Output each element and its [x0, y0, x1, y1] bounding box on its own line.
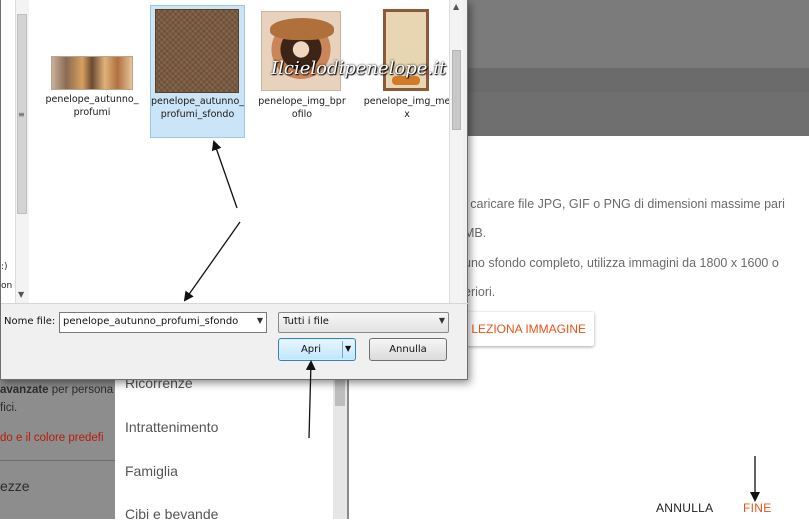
chevron-down-icon[interactable]: ▼: [257, 316, 263, 325]
file-item[interactable]: penelope_img_mex: [361, 95, 453, 121]
file-list-scrollbar[interactable]: ▲: [449, 0, 463, 303]
category-item-cibi-e-bevande[interactable]: Cibi e bevande: [125, 506, 218, 522]
file-list-scrollbar-thumb[interactable]: [452, 50, 461, 130]
file-name: penelope_img_bprofilo: [258, 96, 346, 120]
file-type-select[interactable]: Tutti i file ▼: [278, 312, 449, 333]
file-item[interactable]: penelope_img_bprofilo: [256, 95, 348, 121]
file-thumbnail-portrait[interactable]: [261, 11, 341, 91]
open-button[interactable]: Apri ▼: [278, 338, 356, 361]
chevron-down-icon[interactable]: ▼: [439, 316, 445, 325]
dialog-divider: [1, 303, 468, 304]
scroll-down-icon[interactable]: ▼: [18, 290, 24, 299]
cancel-button[interactable]: ANNULLA: [656, 501, 713, 515]
file-name: penelope_autunno_profumi: [45, 94, 139, 118]
category-item-intrattenimento[interactable]: Intrattenimento: [125, 419, 218, 435]
left-divider: [0, 460, 115, 461]
grip-icon: ≡: [18, 110, 25, 119]
open-button-label: Apri: [300, 344, 322, 355]
upload-info-line-3: uno sfondo completo, utilizza immagini d…: [464, 256, 779, 270]
dialog-cancel-button[interactable]: Annulla: [369, 338, 447, 361]
left-menu-item[interactable]: ezze: [0, 478, 30, 494]
filename-input[interactable]: penelope_autunno_profumi_sfondo ▼: [59, 312, 267, 333]
watermark-text: Ilcielodipenelope.it: [271, 58, 447, 79]
file-name: penelope_autunno_profumi_sfondo: [151, 96, 245, 120]
nav-partial-label[interactable]: on: [1, 281, 12, 291]
filename-value[interactable]: penelope_autunno_profumi_sfondo: [63, 316, 238, 327]
background-top-bar: [460, 0, 809, 68]
scroll-up-icon[interactable]: ▲: [453, 2, 459, 11]
file-open-dialog: :) on ≡ ▼ penelope_autunno_profumi penel…: [0, 0, 468, 380]
category-item-famiglia[interactable]: Famiglia: [125, 463, 178, 479]
background-overlay-band: [460, 92, 809, 136]
dialog-cancel-label: Annulla: [389, 344, 427, 355]
hat-shape: [270, 18, 334, 40]
done-button[interactable]: FINE: [743, 501, 772, 515]
navigation-scrollbar[interactable]: ≡ ▼: [15, 0, 29, 303]
chevron-down-icon[interactable]: ▼: [345, 344, 351, 353]
filename-label: Nome file:: [4, 316, 56, 327]
background-sub-bar: [460, 68, 809, 92]
upload-info-line-1: i caricare file JPG, GIF o PNG di dimens…: [464, 197, 785, 211]
select-image-button[interactable]: LEZIONA IMMAGINE: [466, 312, 594, 346]
split-divider: [342, 341, 343, 358]
file-thumbnail-autumn-banner[interactable]: [51, 56, 133, 90]
navigation-pane[interactable]: :) on: [1, 0, 15, 303]
file-thumbnail-texture[interactable]: [155, 9, 239, 93]
advanced-settings-text-line2: fici.: [0, 402, 18, 414]
advanced-settings-text: avanzate per persona: [0, 384, 114, 396]
nav-partial-label[interactable]: :): [1, 262, 8, 272]
background-color-link[interactable]: do e il colore predefi: [0, 432, 104, 444]
file-name: penelope_img_mex: [363, 96, 451, 120]
file-type-value: Tutti i file: [283, 316, 329, 327]
upload-info-line-4: eriori.: [464, 285, 496, 299]
file-item[interactable]: penelope_autunno_profumi: [45, 93, 139, 119]
